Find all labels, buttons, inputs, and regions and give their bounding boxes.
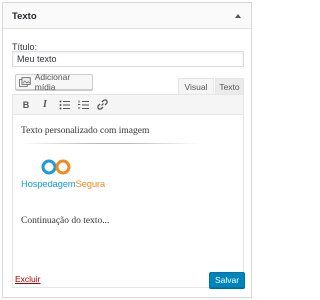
content-paragraph-2: Continuação do texto...	[21, 216, 110, 226]
widget-title: Texto	[12, 11, 37, 22]
widget-header[interactable]: Texto	[3, 3, 251, 29]
save-button[interactable]: Salvar	[209, 272, 245, 288]
add-media-label: Adicionar mídia	[34, 72, 71, 92]
bullet-list-button[interactable]	[57, 98, 71, 112]
text-widget: Texto Título: Adicionar mídia Visual Tex…	[2, 2, 252, 298]
numbered-list-icon	[77, 100, 89, 109]
editor-toolbar: B I	[13, 95, 243, 115]
numbered-list-button[interactable]	[76, 98, 90, 112]
editor-content[interactable]: Texto personalizado com imagem Hospedage…	[13, 115, 243, 287]
content-paragraph-1: Texto personalizado com imagem	[21, 126, 150, 136]
collapse-arrow-icon[interactable]	[232, 10, 244, 22]
logo-text-segura: Segura	[75, 179, 106, 190]
logo-text-hospedagem: Hospedagem	[21, 179, 76, 190]
tab-visual[interactable]: Visual	[178, 78, 214, 94]
title-input[interactable]	[12, 51, 244, 67]
media-icon	[19, 77, 31, 87]
add-media-button[interactable]: Adicionar mídia	[15, 72, 93, 92]
tab-text[interactable]: Texto	[215, 78, 244, 94]
infinity-logo-icon	[41, 159, 71, 175]
link-button[interactable]	[95, 98, 109, 112]
hospedagem-segura-logo: HospedagemSegura	[21, 159, 111, 193]
editor: B I Texto personalizado com imagem Hospe…	[12, 94, 244, 288]
horizontal-rule	[21, 143, 201, 144]
link-icon	[96, 99, 108, 110]
bullet-list-icon	[59, 100, 70, 109]
italic-button[interactable]: I	[38, 98, 52, 112]
bold-button[interactable]: B	[19, 98, 33, 112]
delete-link[interactable]: Excluir	[15, 274, 41, 284]
